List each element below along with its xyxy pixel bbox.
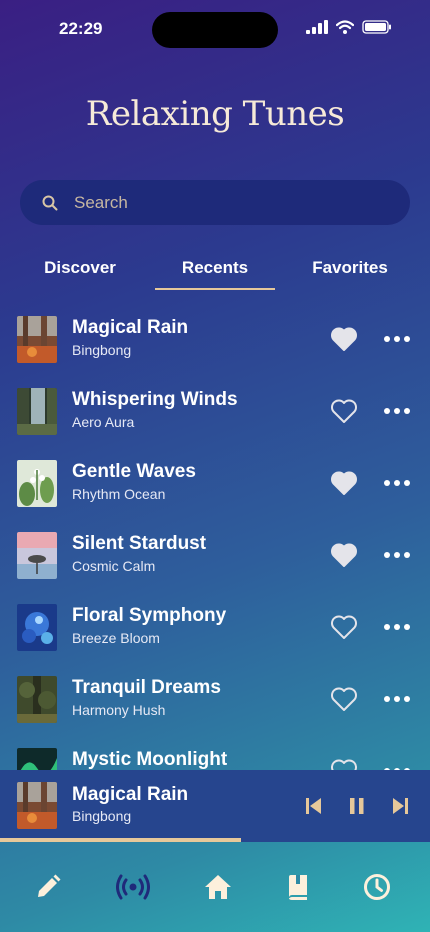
song-artist: Bingbong [72,342,132,358]
search-bar[interactable] [20,180,410,225]
dynamic-island [152,12,278,48]
nav-history[interactable] [360,870,394,904]
more-options-icon[interactable] [384,552,410,558]
wifi-icon [336,20,354,34]
song-title: Whispering Winds [72,389,238,410]
song-artist: Aero Aura [72,414,135,430]
song-title: Magical Rain [72,317,189,338]
heart-filled-icon[interactable] [330,326,358,352]
heart-filled-icon[interactable] [330,470,358,496]
song-row[interactable]: Gentle Waves Rhythm Ocean [0,446,430,518]
page-title: Relaxing Tunes [85,94,345,134]
song-title: Tranquil Dreams [72,677,221,698]
heart-outline-icon[interactable] [330,398,358,424]
album-art [17,460,57,507]
search-icon [42,195,58,210]
song-row[interactable]: Whispering Winds Aero Aura [0,374,430,446]
more-options-icon[interactable] [384,696,410,702]
clock-icon [364,874,390,900]
more-options-icon[interactable] [384,408,410,414]
song-row[interactable]: Floral Symphony Breeze Bloom [0,590,430,662]
more-options-icon[interactable] [384,480,410,486]
next-icon[interactable] [391,796,409,816]
album-art [17,316,57,363]
more-options-icon[interactable] [384,624,410,630]
now-playing-art [17,782,57,829]
album-art [17,748,57,770]
song-artist: Rhythm Ocean [72,486,166,502]
battery-icon [362,20,391,34]
nav-library[interactable] [281,870,315,904]
bottom-nav [0,842,430,932]
status-time: 22:29 [59,19,103,38]
song-row[interactable]: Mystic Moonlight [0,734,430,770]
heart-filled-icon[interactable] [330,542,358,568]
album-art [17,388,57,435]
signal-icon [306,20,328,34]
now-playing-bar[interactable]: Magical Rain Bingbong [0,770,430,842]
song-title: Floral Symphony [72,605,227,626]
song-row[interactable]: Magical Rain Bingbong [0,302,430,374]
tab-favorites[interactable]: Favorites [290,258,410,278]
heart-outline-icon[interactable] [330,686,358,712]
status-icons [306,20,392,34]
song-artist: Breeze Bloom [72,630,160,646]
book-icon [289,875,307,900]
status-bar: 22:29 [0,0,430,58]
album-art [17,676,57,723]
broadcast-icon [116,874,150,900]
nav-pencil[interactable] [31,870,65,904]
now-playing-title: Magical Rain [72,784,189,805]
now-playing-artist: Bingbong [72,808,132,824]
song-row[interactable]: Silent Stardust Cosmic Calm [0,518,430,590]
album-art [17,532,57,579]
song-title: Mystic Moonlight [72,749,228,770]
song-artist: Cosmic Calm [72,558,156,574]
song-row[interactable]: Tranquil Dreams Harmony Hush [0,662,430,734]
heart-outline-icon[interactable] [330,614,358,640]
nav-home[interactable] [201,870,235,904]
previous-icon[interactable] [305,796,323,816]
more-options-icon[interactable] [384,336,410,342]
tab-discover[interactable]: Discover [20,258,140,278]
pause-icon[interactable] [349,796,365,816]
album-art [17,604,57,651]
song-list: Magical Rain Bingbong Whispering Winds A… [0,300,430,770]
song-title: Silent Stardust [72,533,207,554]
tab-bar: Discover Recents Favorites [0,258,430,292]
nav-broadcast[interactable] [116,870,150,904]
heart-outline-icon[interactable] [330,758,358,770]
home-icon [205,875,231,899]
song-artist: Harmony Hush [72,702,166,718]
pencil-icon [38,874,61,897]
search-input[interactable] [72,191,376,214]
song-title: Gentle Waves [72,461,196,482]
tab-recents[interactable]: Recents [155,258,275,290]
